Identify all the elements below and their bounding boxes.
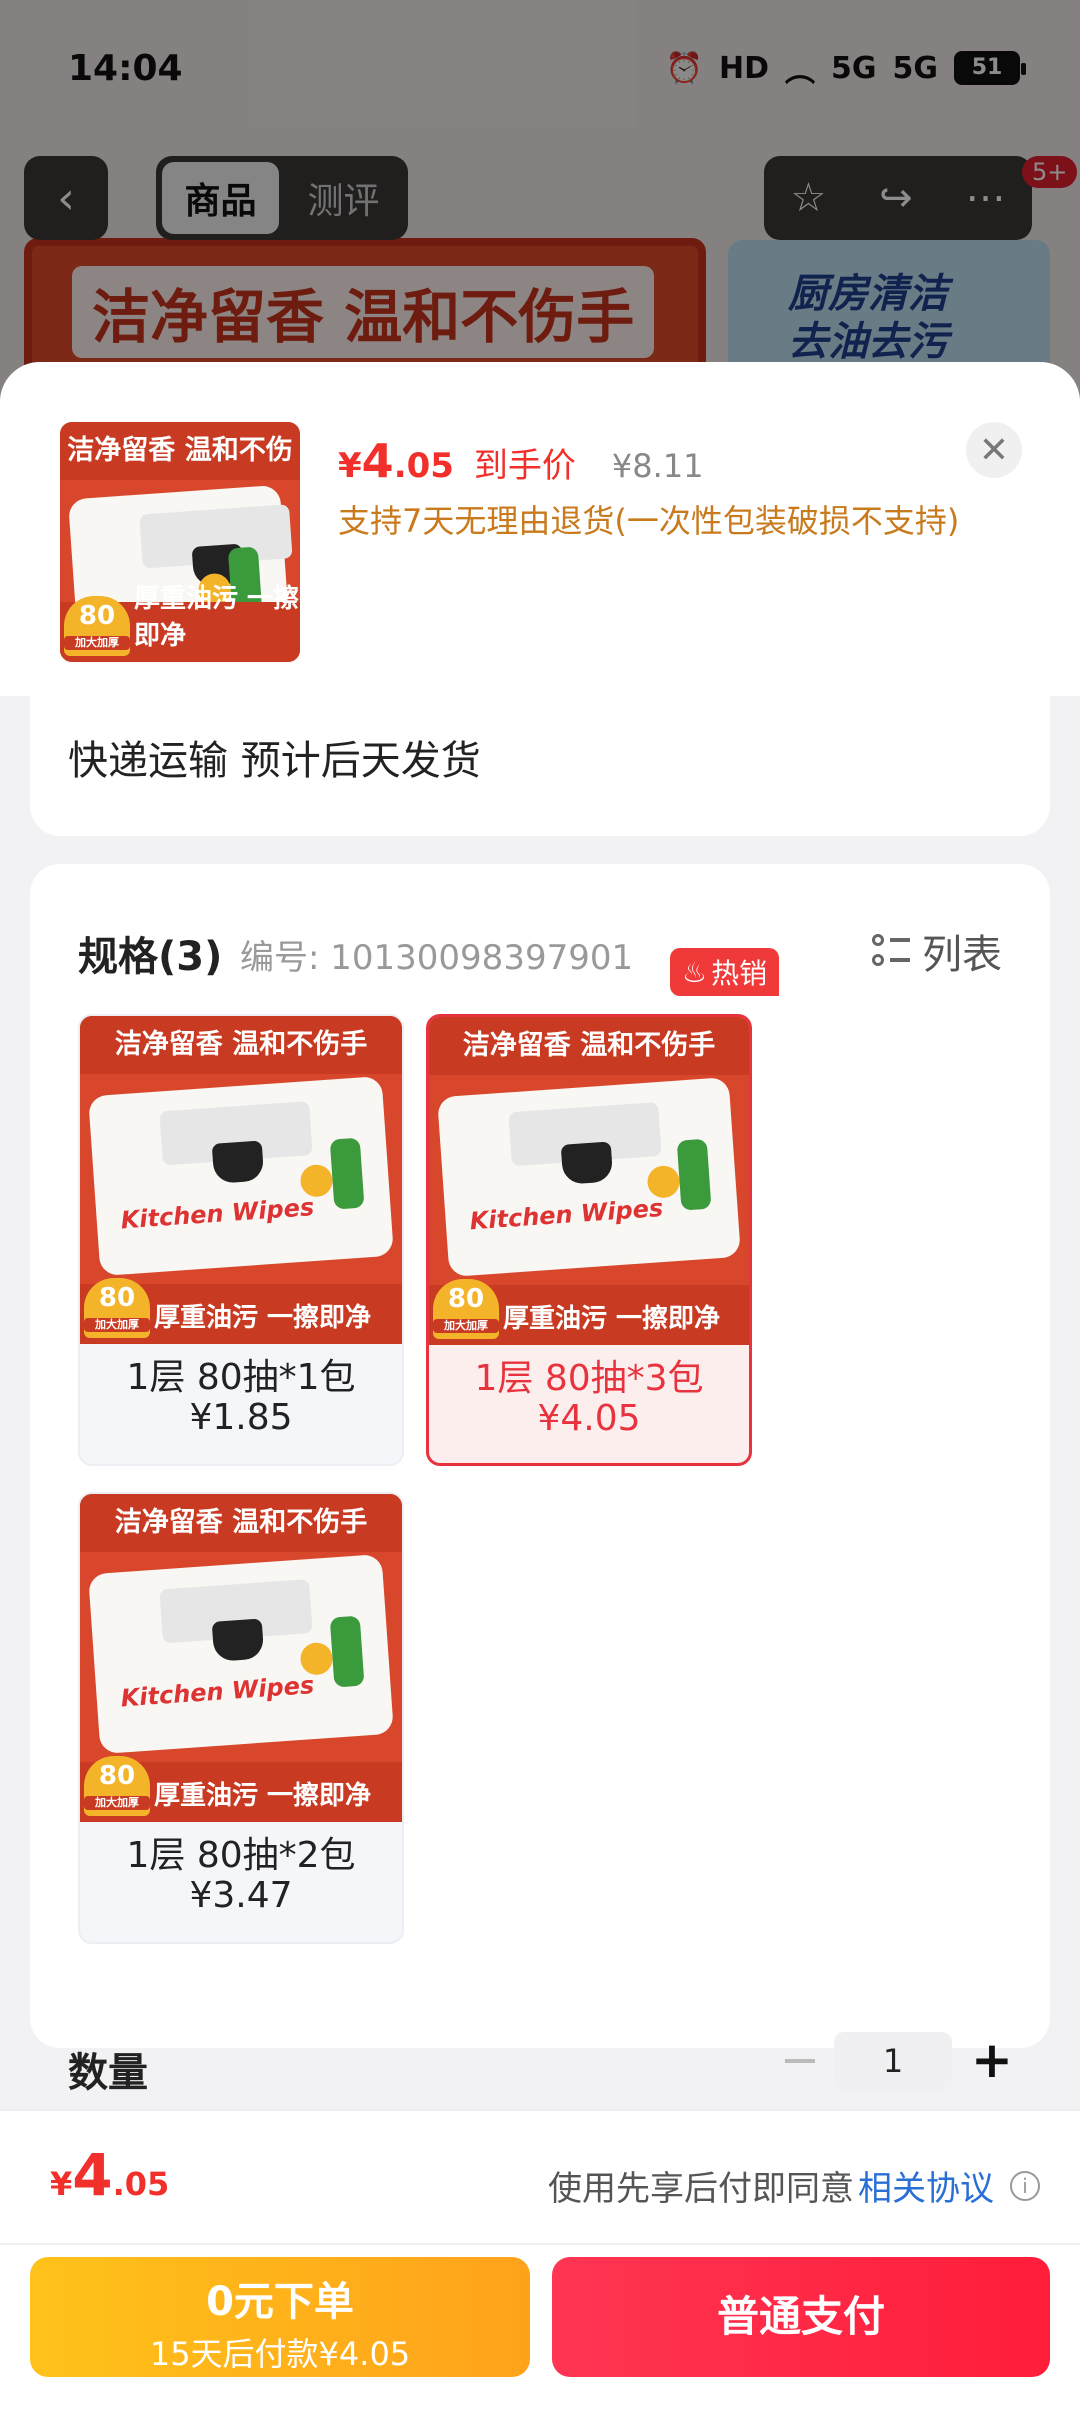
cat-illustration	[211, 1140, 265, 1184]
pay-later-sub: 15天后付款¥4.05	[149, 2335, 411, 2373]
pay-later-label: 0元下单	[206, 2279, 354, 2325]
sku-image: 洁净留香 温和不伤手 Kitchen Wipes 厚重油污 一擦即净 80 加大加…	[80, 1494, 402, 1822]
count-badge: 80 加大加厚	[64, 596, 130, 656]
list-view-label: 列表	[922, 932, 1002, 978]
sheet-header: 洁净留香 温和不伤手 Kitchen Wipes 厚重油污 一擦即净 80加大加…	[0, 362, 1080, 696]
list-icon	[872, 932, 910, 970]
return-policy: 支持7天无理由退货(一次性包装破损不支持)	[338, 502, 960, 540]
agreement-text: 使用先享后付即同意 相关协议 i	[548, 2161, 1040, 2210]
normal-pay-button[interactable]: 普通支付	[552, 2257, 1050, 2377]
quantity-increment-button[interactable]: +	[964, 2032, 1020, 2088]
close-icon: ✕	[978, 429, 1010, 471]
total-price: ¥4.05	[50, 2141, 170, 2209]
sku-image: 洁净留香 温和不伤手 Kitchen Wipes 厚重油污 一擦即净 80 加大加…	[429, 1017, 749, 1345]
sku-label: 1层 80抽*3包 ¥4.05	[429, 1347, 749, 1439]
sku-option-selected[interactable]: 洁净留香 温和不伤手 Kitchen Wipes 厚重油污 一擦即净 80 加大加…	[426, 1014, 752, 1466]
quantity-row: 数量 − 1 +	[30, 2000, 1050, 2120]
product-image-top-text: 洁净留香 温和不伤手	[60, 422, 300, 524]
cat-illustration	[560, 1141, 614, 1185]
sku-option[interactable]: 洁净留香 温和不伤手 Kitchen Wipes 厚重油污 一擦即净 80 加大加…	[78, 1492, 404, 1944]
sku-name: 1层 80抽*1包	[126, 1357, 356, 1398]
checkout-bar: ¥4.05 使用先享后付即同意 相关协议 i 0元下单 15天后付款¥4.05 …	[0, 2110, 1080, 2412]
hot-sale-badge: ♨ 热销	[670, 948, 780, 996]
list-view-toggle[interactable]: 列表	[872, 922, 1002, 980]
final-price-tag: 到手价	[473, 446, 576, 486]
sku-price: ¥3.47	[189, 1875, 293, 1916]
overlay-dim[interactable]	[0, 0, 1080, 420]
sku-price: ¥1.85	[189, 1397, 293, 1438]
spec-code: 编号: 10130098397901	[240, 938, 634, 978]
sku-sheet: 洁净留香 温和不伤手 Kitchen Wipes 厚重油污 一擦即净 80加大加…	[0, 362, 1080, 2412]
info-icon[interactable]: i	[1010, 2170, 1040, 2201]
quantity-label: 数量	[68, 2050, 148, 2096]
product-thumbnail[interactable]: 洁净留香 温和不伤手 Kitchen Wipes 厚重油污 一擦即净 80加大加…	[60, 422, 300, 662]
sku-label: 1层 80抽*1包 ¥1.85	[80, 1346, 402, 1438]
original-price: ¥8.11	[611, 447, 704, 485]
final-price: ¥4.05	[338, 434, 454, 488]
agreement-link[interactable]: 相关协议	[858, 2161, 994, 2210]
sku-name: 1层 80抽*2包	[126, 1835, 356, 1876]
cat-illustration	[211, 1618, 265, 1662]
quantity-decrement-button[interactable]: −	[772, 2032, 828, 2088]
product-image: 洁净留香 温和不伤手 Kitchen Wipes 厚重油污 一擦即净 80加大加…	[60, 422, 300, 662]
close-button[interactable]: ✕	[966, 422, 1022, 478]
sku-price: ¥4.05	[537, 1398, 641, 1439]
flame-icon: ♨	[682, 955, 708, 989]
spec-title: 规格(3)	[78, 934, 223, 980]
background-page: 14:04 ⏰ HD ︵ 5G 5G 51 洁净留香 温和不伤手 厨房清洁 去油…	[0, 0, 1080, 430]
shipping-card: 快递运输 预计后天发货	[30, 696, 1050, 836]
pay-later-button[interactable]: 0元下单 15天后付款¥4.05	[30, 2257, 530, 2377]
spec-card: 规格(3) 编号: 10130098397901 列表 洁净留香 温和不伤手 K…	[30, 864, 1050, 2048]
product-image-bottom-text: 厚重油污 一擦即净	[134, 584, 300, 651]
sku-label: 1层 80抽*2包 ¥3.47	[80, 1824, 402, 1916]
price-row: ¥4.05 到手价 ¥8.11	[338, 434, 704, 488]
quantity-input[interactable]: 1	[834, 2032, 952, 2090]
sku-image: 洁净留香 温和不伤手 Kitchen Wipes 厚重油污 一擦即净 80 加大加…	[80, 1016, 402, 1344]
sku-name: 1层 80抽*3包	[474, 1358, 704, 1399]
shipping-text: 快递运输 预计后天发货	[68, 738, 481, 784]
sku-option[interactable]: 洁净留香 温和不伤手 Kitchen Wipes 厚重油污 一擦即净 80 加大加…	[78, 1014, 404, 1466]
